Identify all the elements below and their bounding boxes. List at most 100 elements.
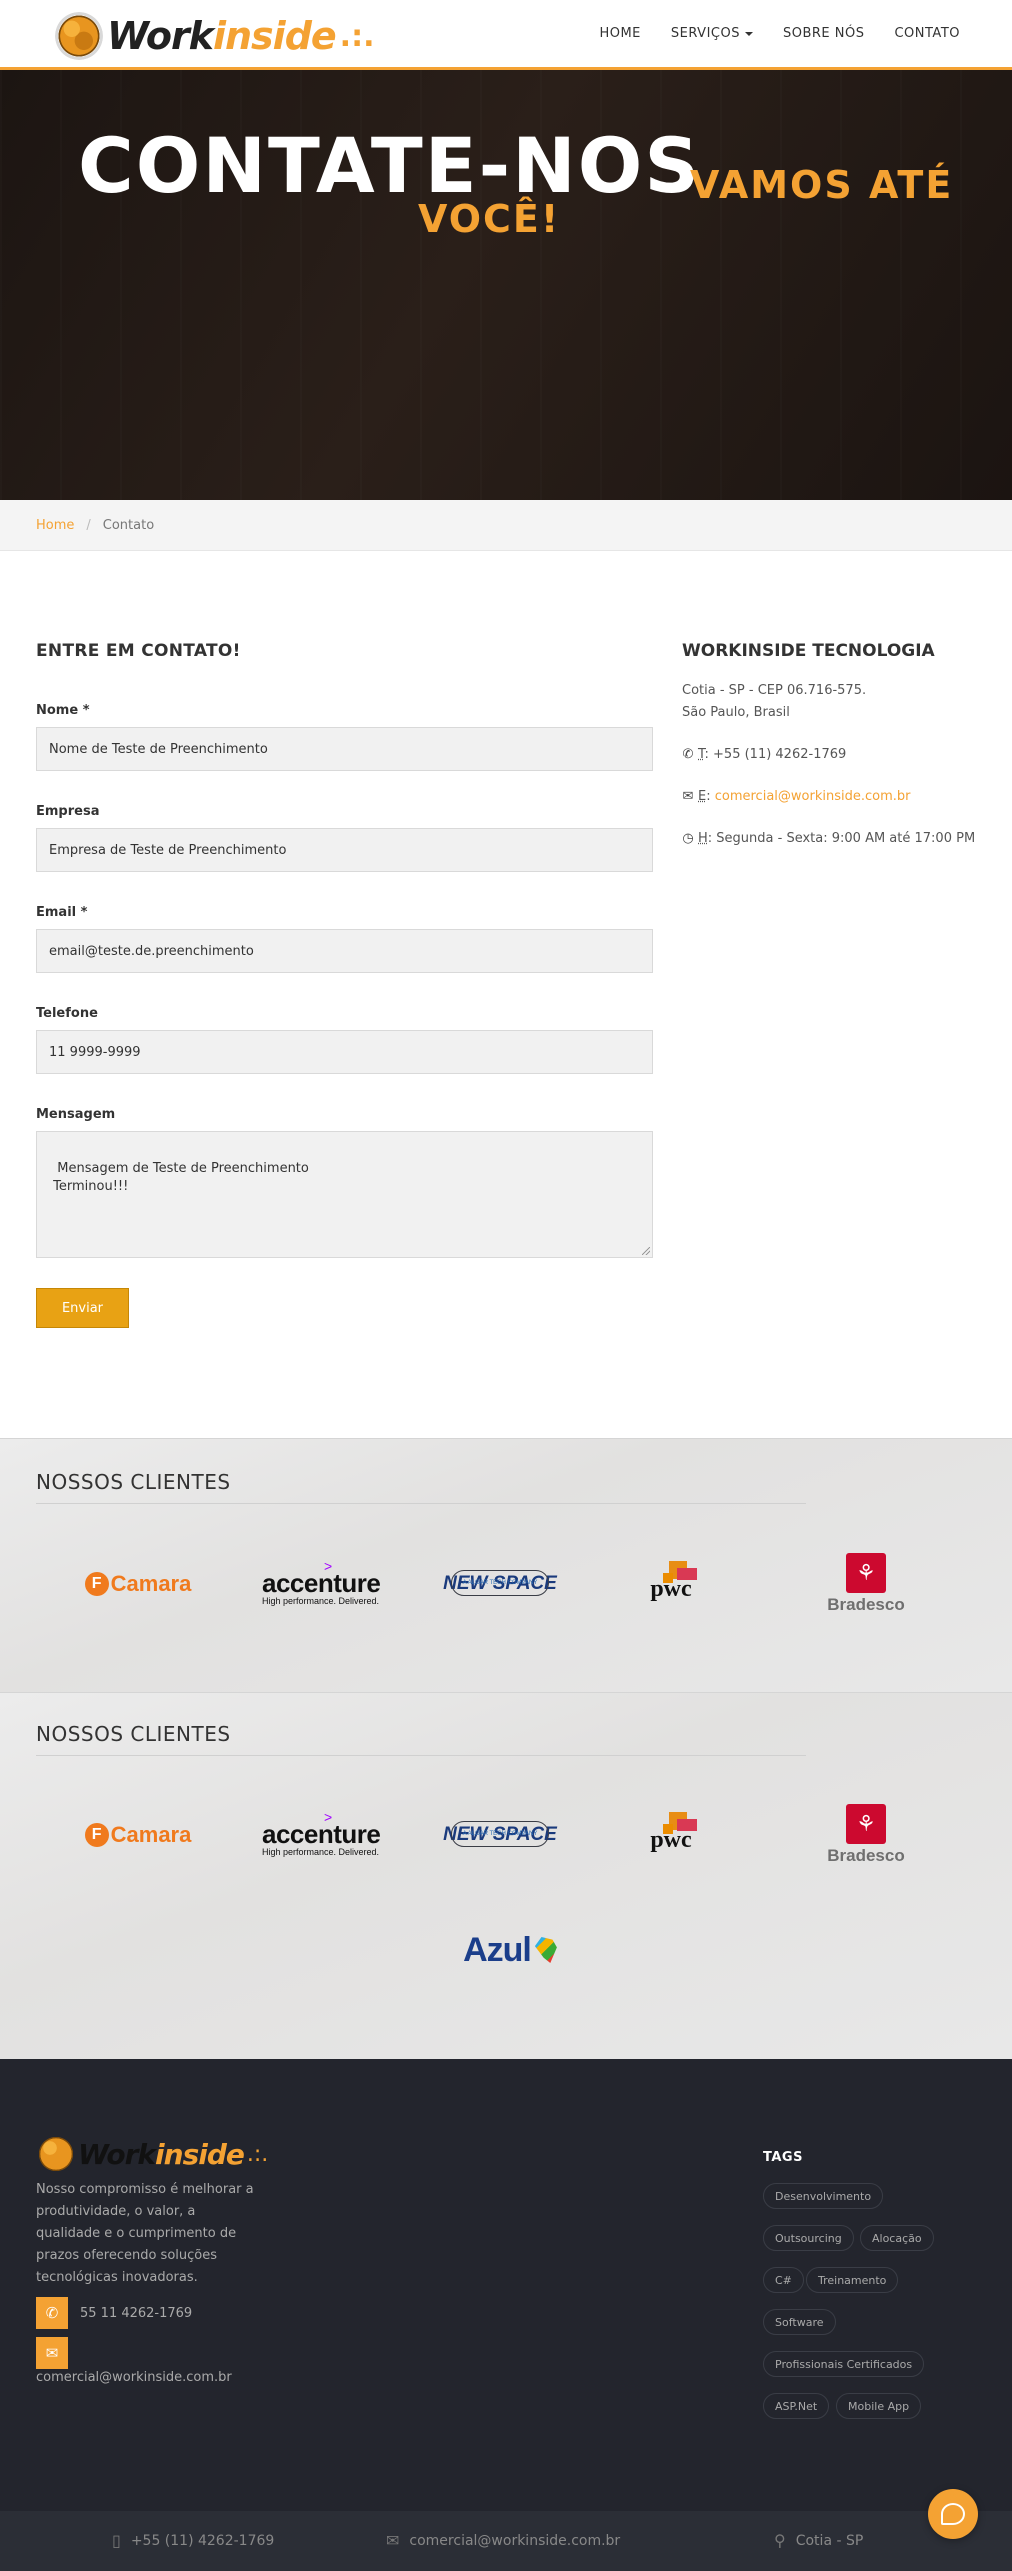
company-phone: ✆ T: +55 (11) 4262-1769 (682, 747, 847, 762)
company-email: ✉ E: comercial@workinside.com.br (682, 789, 911, 804)
bradesco-text: Bradesco (827, 1846, 905, 1865)
client-logo-bradesco: ⚘ Bradesco (820, 1552, 912, 1616)
footer-logo-wordmark: Workinside (78, 2137, 245, 2171)
tag-outsourcing[interactable]: Outsourcing (763, 2225, 854, 2251)
logo-globe-icon (55, 12, 103, 60)
email-label: Email * (36, 905, 88, 920)
tag-aspnet[interactable]: ASP.Net (763, 2393, 830, 2419)
company-hours-value: Segunda - Sexta: 9:00 AM até 17:00 PM (716, 831, 976, 846)
tag-csharp[interactable]: C# (763, 2267, 804, 2293)
logo-wordmark: Workinside (107, 14, 337, 58)
brazil-map-icon (534, 1937, 557, 1963)
pwc-blocks-icon (663, 1561, 697, 1585)
tag-profissionais-certificados[interactable]: Profissionais Certificados (763, 2351, 925, 2377)
logo-word-work: Work (107, 14, 214, 58)
nav-home[interactable]: HOME (599, 26, 640, 41)
hours-key: H (698, 831, 708, 846)
pwc-blocks-icon (663, 1812, 697, 1836)
tag-mobile-app[interactable]: Mobile App (836, 2393, 922, 2419)
tag-treinamento[interactable]: Treinamento (806, 2267, 899, 2293)
chat-bubble-icon (941, 2503, 965, 2525)
company-input[interactable]: Empresa de Teste de Preenchimento (36, 828, 653, 872)
main-nav: HOME SERVIÇOS SOBRE NÓS CONTATO (599, 26, 960, 41)
bottom-phone-value: +55 (11) 4262-1769 (130, 2532, 275, 2549)
hero-subtitle-part2: VOCÊ! (418, 197, 561, 241)
tag-software[interactable]: Software (763, 2309, 836, 2335)
fcamara-text: Camara (110, 1571, 192, 1596)
tag-alocacao[interactable]: Alocação (860, 2225, 934, 2251)
footer-phone-row: ✆ 55 11 4262-1769 (36, 2297, 192, 2329)
client-logo-newspace: NEW SPACE A ALGAR TECH COMPANY (440, 1817, 560, 1853)
client-logo-accenture: > accenture High performance. Delivered. (262, 1809, 382, 1859)
breadcrumb-home-link[interactable]: Home (36, 518, 74, 533)
bottom-email: ✉ comercial@workinside.com.br (386, 2531, 620, 2550)
client-logo-bradesco: ⚘ Bradesco (820, 1803, 912, 1867)
phone-label: Telefone (36, 1006, 98, 1021)
tags-title: TAGS (763, 2150, 803, 2165)
footer-logo-word-inside: inside (155, 2137, 245, 2171)
fcamara-badge: F (84, 1823, 109, 1847)
company-title: WORKINSIDE TECNOLOGIA (682, 641, 935, 661)
email-key: E (698, 789, 707, 804)
nav-servicos[interactable]: SERVIÇOS (671, 26, 753, 41)
bottom-phone: ▯ +55 (11) 4262-1769 (112, 2531, 274, 2550)
accenture-text: accenture (262, 1819, 381, 1850)
footer-logo[interactable]: Workinside .:. (36, 2134, 268, 2174)
phone-key: T (698, 747, 705, 762)
envelope-open-icon: ✉ (386, 2531, 400, 2550)
nav-servicos-label: SERVIÇOS (670, 26, 740, 41)
client-logo-fcamara: F Camara (78, 1818, 198, 1852)
breadcrumb-separator: / (86, 517, 91, 533)
bradesco-tree-icon: ⚘ (846, 1553, 886, 1593)
phone-input[interactable]: 11 9999-9999 (36, 1030, 653, 1074)
company-label: Empresa (36, 804, 100, 819)
message-textarea[interactable]: Mensagem de Teste de Preenchimento Termi… (36, 1131, 653, 1258)
nav-sobre-nos[interactable]: SOBRE NÓS (783, 26, 865, 41)
name-input[interactable]: Nome de Teste de Preenchimento (36, 727, 653, 771)
footer-email[interactable]: comercial@workinside.com.br (36, 2370, 232, 2385)
mobile-phone-icon: ▯ (112, 2531, 121, 2550)
footer-description: Nosso compromisso é melhorar a produtivi… (36, 2182, 254, 2285)
bottom-location-value: Cotia - SP (795, 2532, 864, 2549)
phone-icon: ✆ (682, 747, 694, 762)
clock-icon: ◷ (682, 831, 694, 846)
footer-logo-dots: .:. (246, 2141, 269, 2167)
chat-widget-button[interactable] (928, 2489, 978, 2539)
clients-section-2 (0, 1692, 1012, 2059)
fcamara-text: Camara (110, 1822, 192, 1847)
envelope-icon: ✉ (682, 789, 694, 804)
client-logo-azul: Azul (440, 1928, 580, 1972)
clients-divider-2 (36, 1755, 806, 1756)
tag-desenvolvimento[interactable]: Desenvolvimento (763, 2183, 884, 2209)
hero-title: CONTATE-NOS (78, 121, 702, 210)
clients-divider-1 (36, 1503, 806, 1504)
clients-title-1: NOSSOS CLIENTES (36, 1470, 231, 1494)
bottom-email-value[interactable]: comercial@workinside.com.br (409, 2533, 620, 2549)
message-text: Mensagem de Teste de Preenchimento Termi… (53, 1161, 309, 1195)
map-pin-icon: ⚲ (774, 2531, 786, 2550)
footer-phone: 55 11 4262-1769 (80, 2305, 193, 2321)
resize-grip-icon[interactable] (642, 1247, 650, 1255)
email-input[interactable]: email@teste.de.preenchimento (36, 929, 653, 973)
footer-logo-word-work: Work (78, 2137, 156, 2171)
message-label: Mensagem (36, 1107, 116, 1122)
caret-down-icon (744, 31, 753, 36)
breadcrumb: Home / Contato (0, 500, 1012, 551)
company-hours: ◷ H: Segunda - Sexta: 9:00 AM até 17:00 P… (682, 831, 976, 846)
newspace-tagline: A ALGAR TECH COMPANY (450, 1821, 550, 1847)
form-title: ENTRE EM CONTATO! (36, 641, 241, 661)
site-logo[interactable]: Workinside .:. (55, 12, 374, 60)
client-logo-pwc: pwc (640, 1807, 720, 1857)
company-email-link[interactable]: comercial@workinside.com.br (715, 789, 911, 804)
nav-contato[interactable]: CONTATO (894, 26, 960, 41)
name-label: Nome * (36, 703, 90, 718)
azul-text: Azul (463, 1930, 532, 1969)
accenture-tagline: High performance. Delivered. (262, 1596, 380, 1607)
accenture-tagline: High performance. Delivered. (262, 1847, 380, 1858)
bradesco-tree-icon: ⚘ (846, 1804, 886, 1844)
submit-button[interactable]: Enviar (36, 1288, 129, 1328)
footer-logo-globe-icon (36, 2134, 76, 2174)
phone-icon: ✆ (36, 2297, 68, 2329)
client-logo-pwc: pwc (640, 1556, 720, 1606)
bradesco-text: Bradesco (827, 1595, 905, 1614)
